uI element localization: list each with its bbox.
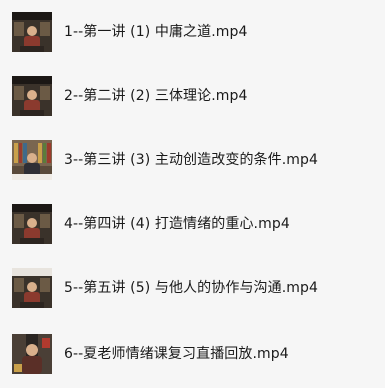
- lecture-video-thumbnail-icon: [12, 204, 52, 244]
- livestream-video-thumbnail-icon: [12, 334, 52, 374]
- file-row-5[interactable]: 5--第五讲 (5) 与他人的协作与沟通.mp4: [0, 256, 385, 320]
- file-row-6[interactable]: 6--夏老师情绪课复习直播回放.mp4: [0, 322, 385, 386]
- lecture-video-thumbnail-icon: [12, 268, 52, 308]
- file-name: 1--第一讲 (1) 中庸之道.mp4: [64, 24, 248, 40]
- file-row-2[interactable]: 2--第二讲 (2) 三体理论.mp4: [0, 64, 385, 128]
- file-name: 3--第三讲 (3) 主动创造改变的条件.mp4: [64, 152, 319, 168]
- lecture-video-thumbnail-icon: [12, 76, 52, 116]
- lecture-video-thumbnail-icon: [12, 140, 52, 180]
- file-name: 5--第五讲 (5) 与他人的协作与沟通.mp4: [64, 280, 319, 296]
- file-row-3[interactable]: 3--第三讲 (3) 主动创造改变的条件.mp4: [0, 128, 385, 192]
- file-row-1[interactable]: 1--第一讲 (1) 中庸之道.mp4: [0, 0, 385, 64]
- file-row-4[interactable]: 4--第四讲 (4) 打造情绪的重心.mp4: [0, 192, 385, 256]
- file-name: 2--第二讲 (2) 三体理论.mp4: [64, 88, 248, 104]
- file-name: 4--第四讲 (4) 打造情绪的重心.mp4: [64, 216, 290, 232]
- file-list: 1--第一讲 (1) 中庸之道.mp4 2--第二讲 (2) 三体理论.mp4: [0, 0, 385, 388]
- lecture-video-thumbnail-icon: [12, 12, 52, 52]
- file-name: 6--夏老师情绪课复习直播回放.mp4: [64, 346, 289, 362]
